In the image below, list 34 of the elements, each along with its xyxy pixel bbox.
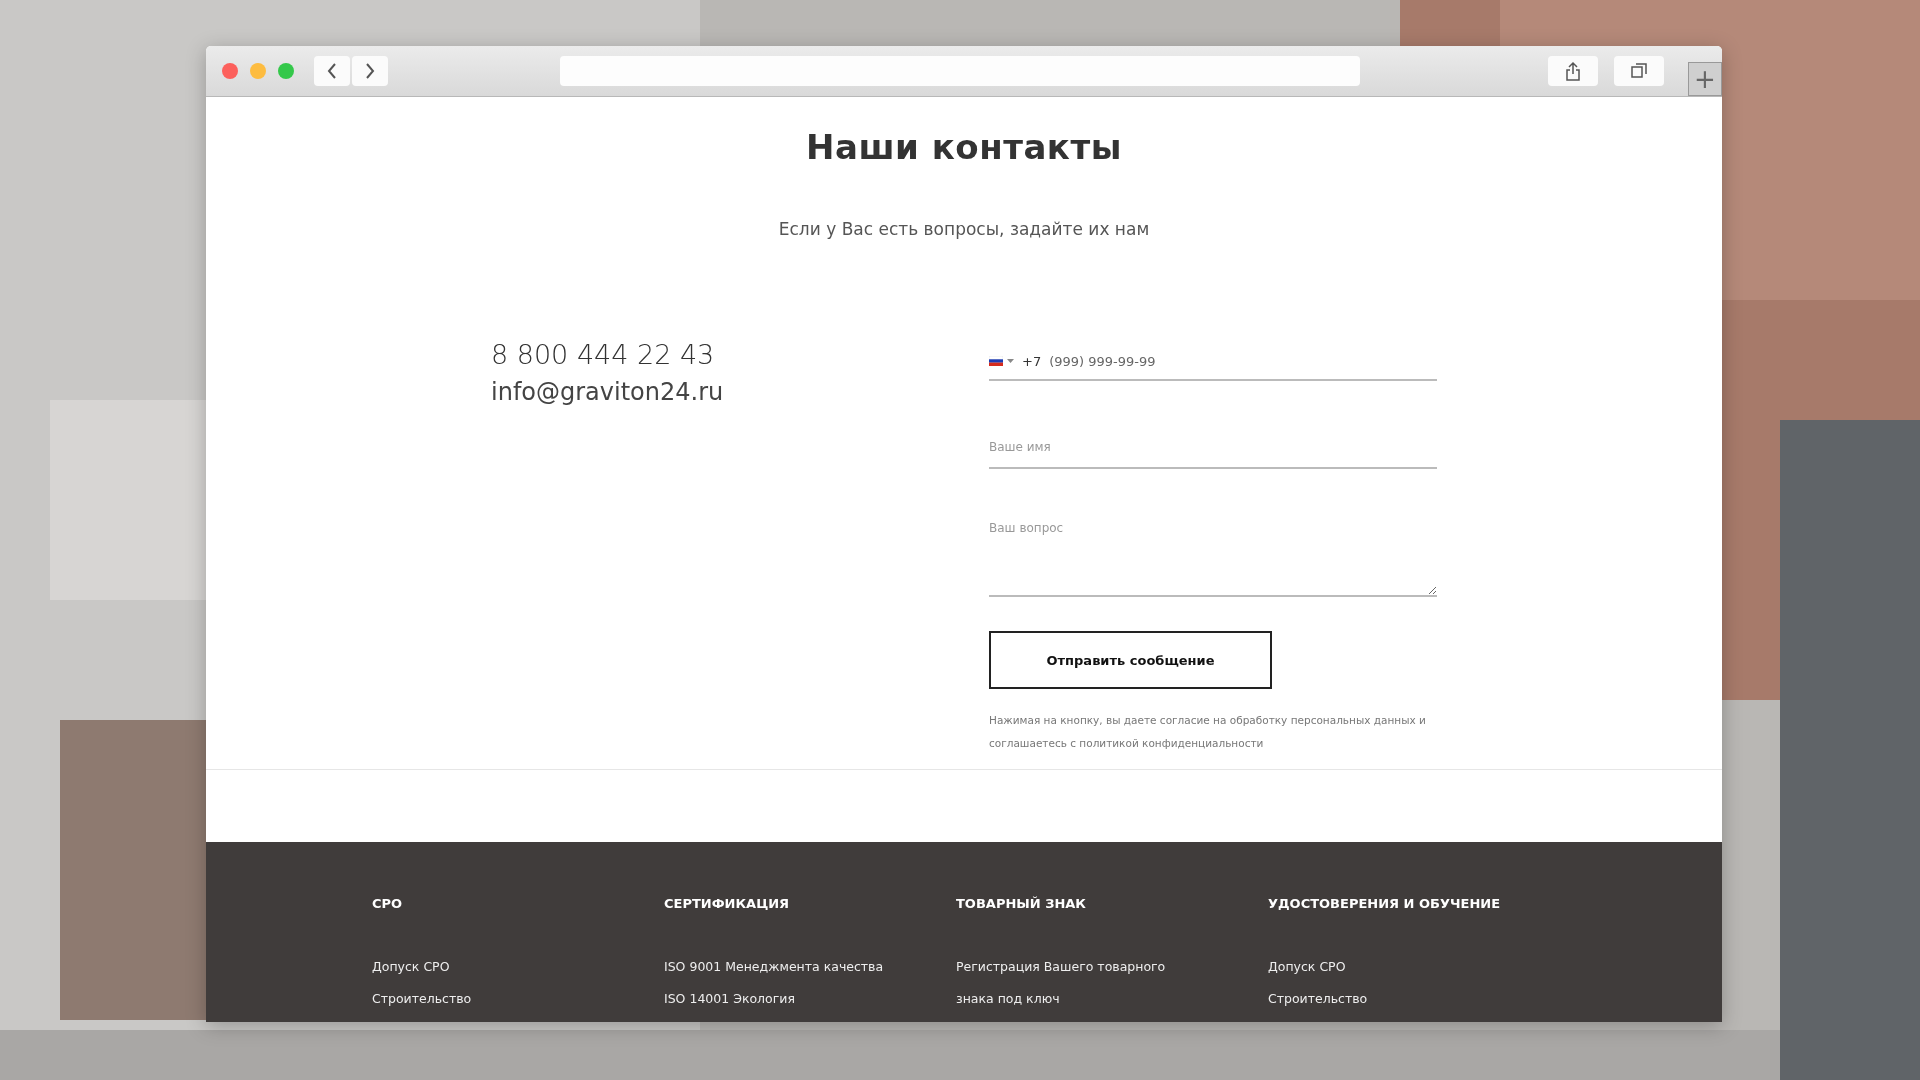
phone-field[interactable]: (999) 999-99-99	[1049, 353, 1437, 369]
tabs-icon	[1630, 62, 1648, 80]
footer-heading: ТОВАРНЫЙ ЗНАК	[956, 896, 1087, 911]
tabs-button[interactable]	[1614, 56, 1664, 86]
footer-heading: УДОСТОВЕРЕНИЯ И ОБУЧЕНИЕ	[1268, 896, 1502, 911]
footer-link[interactable]: Регистрация Вашего товарного знака под ключ	[956, 951, 1206, 1015]
share-icon	[1565, 61, 1581, 81]
russia-flag-icon	[989, 356, 1003, 366]
forward-button[interactable]	[352, 56, 388, 86]
footer-link[interactable]: ISO 9001 Менеджмента качества	[664, 951, 914, 983]
new-tab-button[interactable]: +	[1688, 62, 1722, 96]
phone-link[interactable]: 8 800 444 22 43	[491, 339, 724, 370]
close-button[interactable]	[222, 63, 238, 79]
caret-icon	[1007, 359, 1014, 363]
question-field[interactable]: Ваш вопрос	[989, 521, 1437, 597]
footer-link[interactable]: Строительство	[1268, 983, 1518, 1015]
page-subtitle: Если у Вас есть вопросы, задайте их нам	[778, 219, 1150, 239]
footer-link[interactable]: Допуск СРО	[372, 951, 622, 983]
submit-button[interactable]: Отправить сообщение	[989, 631, 1272, 689]
phone-code: +7	[1022, 353, 1042, 369]
name-field[interactable]: Ваше имя	[989, 435, 1437, 469]
footer-link[interactable]: Допуск СРО	[1268, 951, 1518, 983]
consent-text: Нажимая на кнопку, вы даете согласие на обработку персональных данных и соглашаетесь с политикой конфиденциальности	[989, 713, 1427, 751]
share-button[interactable]	[1548, 56, 1598, 86]
forward-icon	[365, 63, 375, 79]
country-selector[interactable]	[989, 356, 1014, 366]
email-link[interactable]: info@graviton24.ru	[491, 378, 724, 406]
footer-heading: СЕРТИФИКАЦИЯ	[664, 896, 791, 911]
footer-link[interactable]: ISO 14001 Экология	[664, 983, 914, 1015]
footer-heading: СРО	[372, 896, 404, 911]
back-icon	[327, 63, 337, 79]
footer-link[interactable]: Строительство	[372, 983, 622, 1015]
back-button[interactable]	[314, 56, 350, 86]
page-title: Наши контакты	[806, 127, 1122, 167]
